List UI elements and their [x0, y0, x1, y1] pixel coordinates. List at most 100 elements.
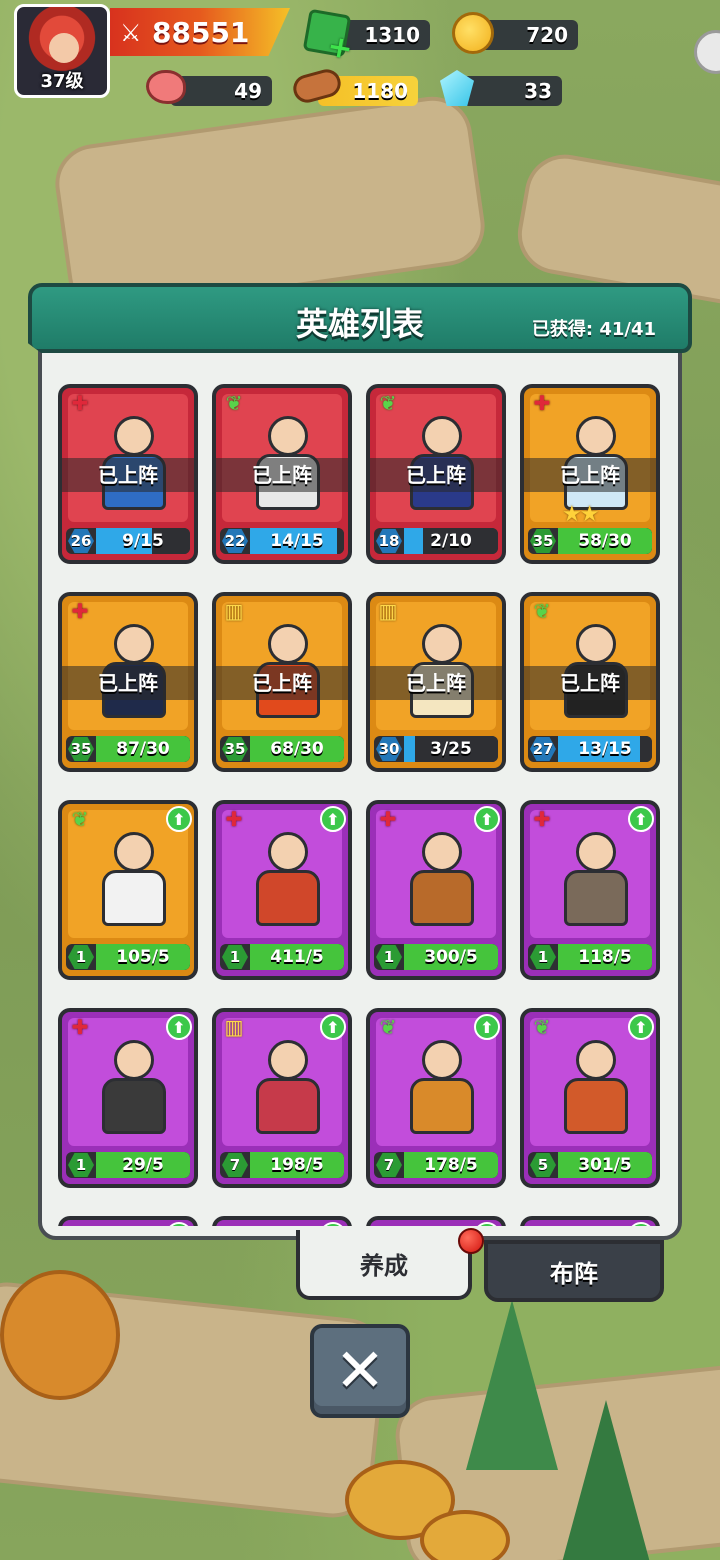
green-gem-plus-icon[interactable]: [302, 8, 352, 58]
shard-progress-text: 198/5: [270, 1155, 324, 1175]
shard-progress-bar: 14/15: [250, 528, 344, 554]
hero-card[interactable]: ▥⬆: [212, 1216, 352, 1226]
book-class-icon: ▥: [378, 599, 398, 623]
shard-progress-text: 58/30: [578, 531, 632, 551]
upgrade-arrow-icon: ⬆: [320, 1222, 346, 1226]
shard-progress-bar: 2/10: [404, 528, 498, 554]
hero-body: [564, 1078, 628, 1134]
close-button[interactable]: ✕: [310, 1324, 410, 1418]
shard-progress-text: 68/30: [270, 739, 324, 759]
hero-head: [422, 1040, 462, 1080]
book-class-icon: ▥: [220, 1222, 248, 1226]
shard-progress-bar: 29/5: [96, 1152, 190, 1178]
healer-class-icon: ✚: [71, 391, 89, 415]
hero-figure: [250, 826, 326, 930]
hero-head: [268, 832, 308, 872]
book-class-icon: ▥: [224, 599, 244, 623]
hero-card[interactable]: ✚ ⬆ 300/5 1: [366, 800, 506, 980]
leaf-class-icon: ❦: [225, 391, 243, 415]
shard-progress-text: 178/5: [424, 1155, 478, 1175]
hero-card[interactable]: ❦ ⬆ 105/5 1: [58, 800, 198, 980]
close-icon: ✕: [334, 1336, 386, 1406]
shard-progress-bar: 411/5: [250, 944, 344, 970]
hero-head: [422, 832, 462, 872]
pine-tree: [466, 1300, 558, 1470]
hero-head: [114, 1040, 154, 1080]
hero-card[interactable]: ✚ 已上阵 9/15 26: [58, 384, 198, 564]
leaf-class-icon: ❦: [533, 599, 551, 623]
hero-card[interactable]: ▥ ⬆ 198/5 7: [212, 1008, 352, 1188]
deployed-label: 已上阵: [62, 458, 194, 492]
owned-count: 已获得: 41/41: [531, 319, 656, 340]
tab-formation[interactable]: 布阵: [484, 1240, 664, 1302]
combat-power: ⚔ 88551: [110, 8, 290, 56]
hero-level-badge: 27: [530, 737, 556, 761]
hero-head: [114, 416, 154, 456]
hero-progress-area: 68/30 35: [220, 736, 344, 762]
hero-progress-area: 3/25 30: [374, 736, 498, 762]
deployed-label: 已上阵: [370, 458, 502, 492]
deployed-label: 已上阵: [524, 666, 656, 700]
hero-card[interactable]: ✚ ⬆ 411/5 1: [212, 800, 352, 980]
hero-progress-area: 300/5 1: [374, 944, 498, 970]
hero-progress-area: 178/5 7: [374, 1152, 498, 1178]
hero-progress-area: 13/15 27: [528, 736, 652, 762]
shard-progress-bar: 58/30: [558, 528, 652, 554]
hero-card[interactable]: ✚ ⬆ 29/5 1: [58, 1008, 198, 1188]
healer-class-icon: ✚: [379, 807, 397, 831]
hero-progress-area: 29/5 1: [66, 1152, 190, 1178]
hero-card[interactable]: ❦ ⬆ 178/5 7: [366, 1008, 506, 1188]
hero-card[interactable]: ✚ 已上阵 87/30 35: [58, 592, 198, 772]
hero-card[interactable]: ❦ 已上阵 13/15 27: [520, 592, 660, 772]
shard-progress-bar: 3/25: [404, 736, 498, 762]
hero-figure: [404, 1034, 480, 1138]
shard-progress-text: 87/30: [116, 739, 170, 759]
upgrade-arrow-icon: ⬆: [166, 1014, 192, 1040]
tab-formation-label: 布阵: [550, 1259, 598, 1288]
hero-level-badge: 35: [530, 529, 556, 553]
hero-card[interactable]: ❦⬆: [520, 1216, 660, 1226]
hero-grid-scroll[interactable]: ✚ 已上阵 9/15 26 ❦ 已上阵 14/15 22 ❦ 已上阵 2/10 18 ✚ 已上阵 ★★ 58/…: [42, 356, 678, 1226]
hero-card[interactable]: ❦ 已上阵 14/15 22: [212, 384, 352, 564]
healer-class-icon: ✚: [71, 1015, 89, 1039]
hero-head: [268, 624, 308, 664]
hero-card[interactable]: ▥ 已上阵 3/25 30: [366, 592, 506, 772]
hero-head: [576, 624, 616, 664]
hero-card[interactable]: ▥ 已上阵 68/30 35: [212, 592, 352, 772]
healer-class-icon: ✚: [533, 391, 551, 415]
combat-power-value: 88551: [152, 15, 250, 49]
hero-body: [564, 870, 628, 926]
hero-card[interactable]: ✚ ⬆ 118/5 1: [520, 800, 660, 980]
upgrade-arrow-icon: ⬆: [320, 1014, 346, 1040]
leaf-class-icon: ❦: [71, 807, 89, 831]
hero-card[interactable]: ✚ 已上阵 ★★ 58/30 35: [520, 384, 660, 564]
hero-head: [422, 624, 462, 664]
leaf-class-icon: ❦: [533, 1015, 551, 1039]
hero-level-badge: 26: [68, 529, 94, 553]
hero-progress-area: 198/5 7: [220, 1152, 344, 1178]
hero-body: [410, 870, 474, 926]
avatar-face: [49, 33, 79, 63]
hero-progress-area: 2/10 18: [374, 528, 498, 554]
upgrade-arrow-icon: ⬆: [474, 1014, 500, 1040]
hero-card[interactable]: ▥⬆: [366, 1216, 506, 1226]
hero-card[interactable]: ❦ 已上阵 2/10 18: [366, 384, 506, 564]
shard-progress-bar: 118/5: [558, 944, 652, 970]
hero-head: [268, 416, 308, 456]
hero-card[interactable]: ▥⬆: [58, 1216, 198, 1226]
tab-develop[interactable]: 养成: [296, 1230, 472, 1300]
player-avatar[interactable]: 37级: [14, 4, 110, 98]
shard-progress-text: 13/15: [578, 739, 632, 759]
deployed-label: 已上阵: [524, 458, 656, 492]
hero-level-badge: 1: [68, 1153, 94, 1177]
hero-head: [268, 1040, 308, 1080]
hero-progress-area: 14/15 22: [220, 528, 344, 554]
shard-progress-bar: 301/5: [558, 1152, 652, 1178]
shard-progress-text: 300/5: [424, 947, 478, 967]
deployed-label: 已上阵: [216, 666, 348, 700]
hero-card[interactable]: ❦ ⬆ 301/5 5: [520, 1008, 660, 1188]
shard-progress-bar: 87/30: [96, 736, 190, 762]
hero-progress-area: 87/30 35: [66, 736, 190, 762]
hero-head: [576, 416, 616, 456]
leaf-class-icon: ❦: [379, 391, 397, 415]
